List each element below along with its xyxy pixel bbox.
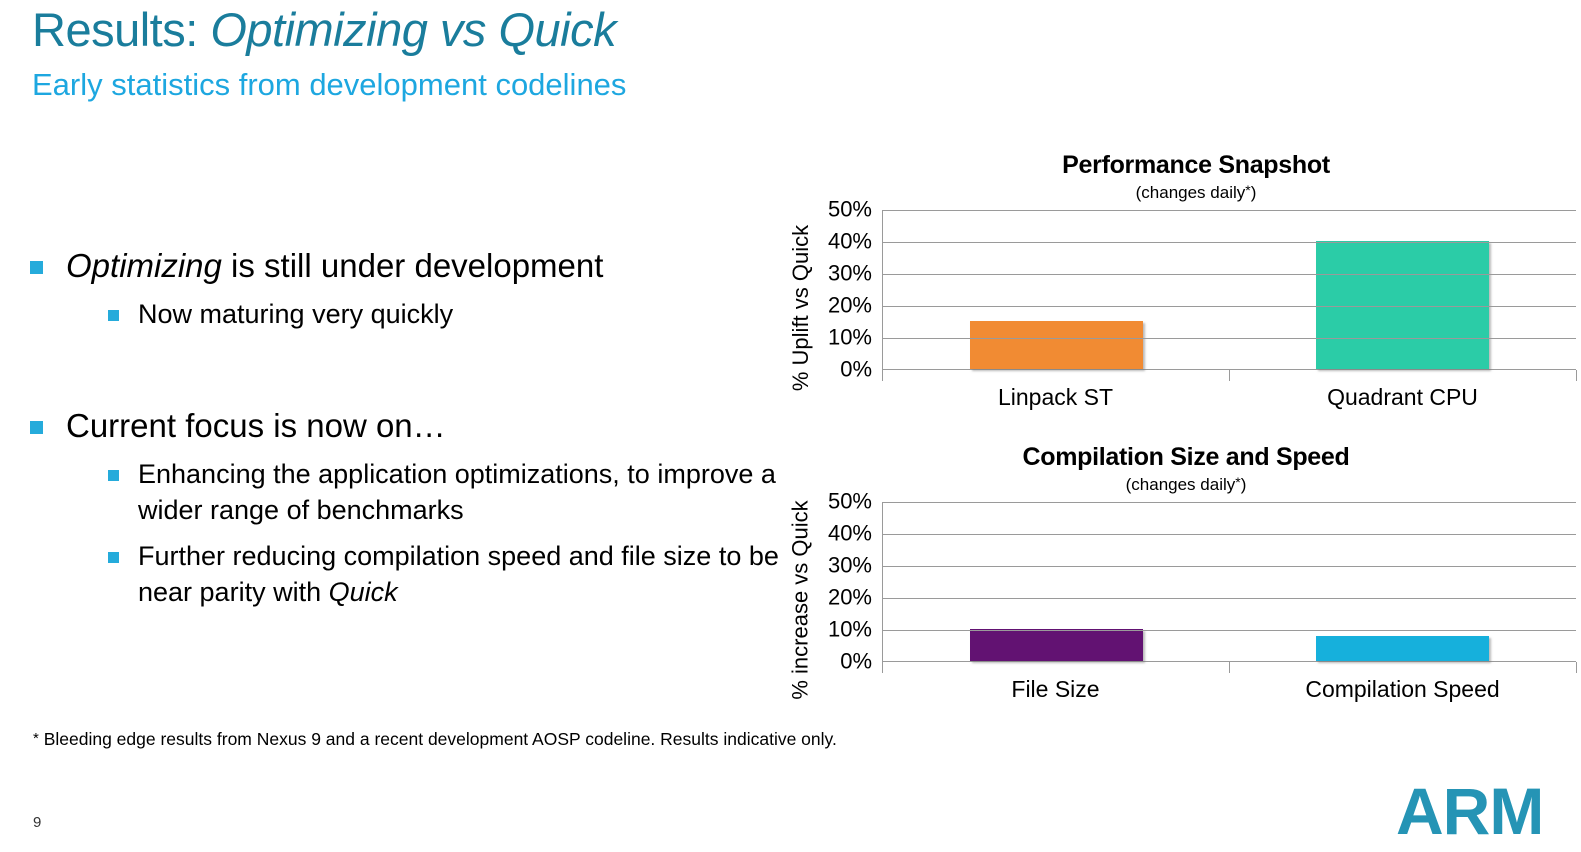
- bar-cell: [1230, 210, 1577, 370]
- chart-title: Performance Snapshot: [1062, 151, 1330, 179]
- page-subtitle: Early statistics from development codeli…: [32, 67, 627, 103]
- bullet-text: Now maturing very quickly: [138, 299, 454, 330]
- bar-cell: [1230, 502, 1577, 662]
- bullet-text-rest: is still under development: [221, 247, 604, 284]
- x-axis-category-label: Quadrant CPU: [1327, 384, 1478, 411]
- chart-performance-snapshot: Performance Snapshot (changes daily*) % …: [786, 151, 1577, 412]
- y-axis-tick-label: 30%: [827, 552, 872, 578]
- bullet-square-icon: [108, 552, 119, 564]
- bar-cell: [883, 502, 1230, 662]
- bullet-list: Optimizing is still under development No…: [30, 245, 790, 611]
- bullet-square-icon: [30, 261, 43, 274]
- bullet-square-icon: [108, 470, 119, 482]
- y-axis-tick-label: 30%: [827, 260, 872, 286]
- x-axis-category-labels: Linpack ST Quadrant CPU: [882, 384, 1576, 411]
- x-axis-category-label: Compilation Speed: [1305, 676, 1500, 703]
- gridline: [883, 502, 1576, 504]
- x-axis-tick: [1576, 662, 1577, 674]
- chart-plot-body: % increase vs Quick 50% 40% 30% 20% 10% 0% Fi…: [786, 489, 1577, 702]
- bullet-square-icon: [108, 310, 119, 322]
- footnote-text: Bleeding edge results from Nexus 9 and a…: [38, 729, 837, 749]
- bullet-text: Enhancing the application optimizations,…: [138, 459, 776, 526]
- bullet-item-level2: Now maturing very quickly: [108, 297, 790, 333]
- x-axis-tick: [1229, 662, 1230, 674]
- y-axis-tick-labels: 50% 40% 30% 20% 10% 0%: [812, 197, 876, 382]
- bullet-text: Optimizing is still under development: [66, 245, 603, 287]
- chart-subtitle-pre: (changes daily: [1135, 182, 1246, 202]
- chart-subtitle-pre: (changes daily: [1125, 474, 1236, 494]
- title-block: Results: Optimizing vs Quick Early stati…: [32, 2, 626, 103]
- chart-subtitle-post: ): [1250, 182, 1257, 202]
- bullet-group-spacer: [30, 333, 790, 383]
- x-axis-category-label: File Size: [1011, 676, 1100, 703]
- x-axis-category-labels: File Size Compilation Speed: [882, 676, 1576, 703]
- y-axis-tick-label: 50%: [827, 196, 872, 222]
- page-title-emphasis: Optimizing vs Quick: [210, 3, 617, 56]
- chart-subtitle: (changes daily*): [786, 474, 1576, 495]
- chart-subtitle-post: ): [1240, 474, 1247, 494]
- page-title-prefix: Results:: [32, 3, 211, 56]
- gridline: [883, 598, 1576, 600]
- y-axis-tick-label: 50%: [827, 488, 872, 514]
- y-axis-tick-labels: 50% 40% 30% 20% 10% 0%: [812, 489, 876, 674]
- bullet-item-level1: Current focus is now on…: [30, 405, 790, 447]
- y-axis-tick-label: 40%: [827, 228, 872, 254]
- bullet-text: Current focus is now on…: [66, 407, 446, 445]
- bullet-text: Further reducing compilation speed and f…: [138, 539, 790, 611]
- bars-layer: [883, 210, 1577, 370]
- gridline: [883, 534, 1576, 536]
- gridline: [883, 210, 1576, 212]
- page-number: 9: [33, 814, 42, 831]
- bar-linpack-st: [969, 321, 1143, 370]
- bar-file-size: [969, 629, 1143, 662]
- gridline: [883, 274, 1576, 276]
- gridline: [883, 338, 1576, 340]
- bullet-item-level2: Enhancing the application optimizations,…: [108, 457, 790, 529]
- bar-cell: [883, 210, 1230, 370]
- chart-title: Compilation Size and Speed: [1022, 443, 1350, 471]
- x-axis-ticks: [882, 662, 1577, 674]
- y-axis-tick-label: 10%: [827, 616, 872, 642]
- footnote: * Bleeding edge results from Nexus 9 and…: [33, 729, 837, 750]
- y-axis-tick-label: 0%: [840, 356, 872, 382]
- chart-subtitle: (changes daily*): [786, 182, 1576, 203]
- bullet-text-emphasis: Optimizing: [66, 247, 222, 284]
- y-axis-tick-label: 0%: [840, 648, 872, 674]
- bar-quadrant-cpu: [1316, 241, 1490, 370]
- plot-area: [882, 502, 1577, 663]
- chart-compilation-size-and-speed: Compilation Size and Speed (changes dail…: [786, 443, 1577, 702]
- y-axis-tick-label: 10%: [827, 324, 872, 350]
- gridline: [883, 566, 1576, 568]
- gridline: [883, 306, 1576, 308]
- gridline: [883, 630, 1576, 632]
- bullet-item-level2: Further reducing compilation speed and f…: [108, 539, 790, 611]
- bullet-text-emphasis: Quick: [328, 577, 398, 608]
- y-axis-tick-label: 20%: [827, 292, 872, 318]
- bullet-square-icon: [30, 421, 43, 435]
- plot-area: [882, 210, 1577, 371]
- x-axis-tick: [882, 662, 883, 674]
- chart-plot-body: % Uplift vs Quick 50% 40% 30% 20% 10% 0% Linp…: [786, 197, 1577, 410]
- x-axis-tick: [1229, 370, 1230, 382]
- bars-layer: [883, 502, 1577, 662]
- x-axis-category-label: Linpack ST: [997, 384, 1114, 411]
- x-axis-tick: [1576, 370, 1577, 382]
- y-axis-tick-label: 20%: [827, 584, 872, 610]
- arm-logo: ARM: [1396, 774, 1544, 848]
- bullet-text-rest: Further reducing compilation speed and f…: [138, 541, 779, 608]
- y-axis-tick-label: 40%: [827, 520, 872, 546]
- bullet-item-level1: Optimizing is still under development: [30, 245, 790, 287]
- bar-compilation-speed: [1316, 635, 1490, 662]
- x-axis-ticks: [882, 370, 1577, 382]
- x-axis-tick: [882, 370, 883, 382]
- gridline: [883, 242, 1576, 244]
- page-title: Results: Optimizing vs Quick: [32, 2, 626, 57]
